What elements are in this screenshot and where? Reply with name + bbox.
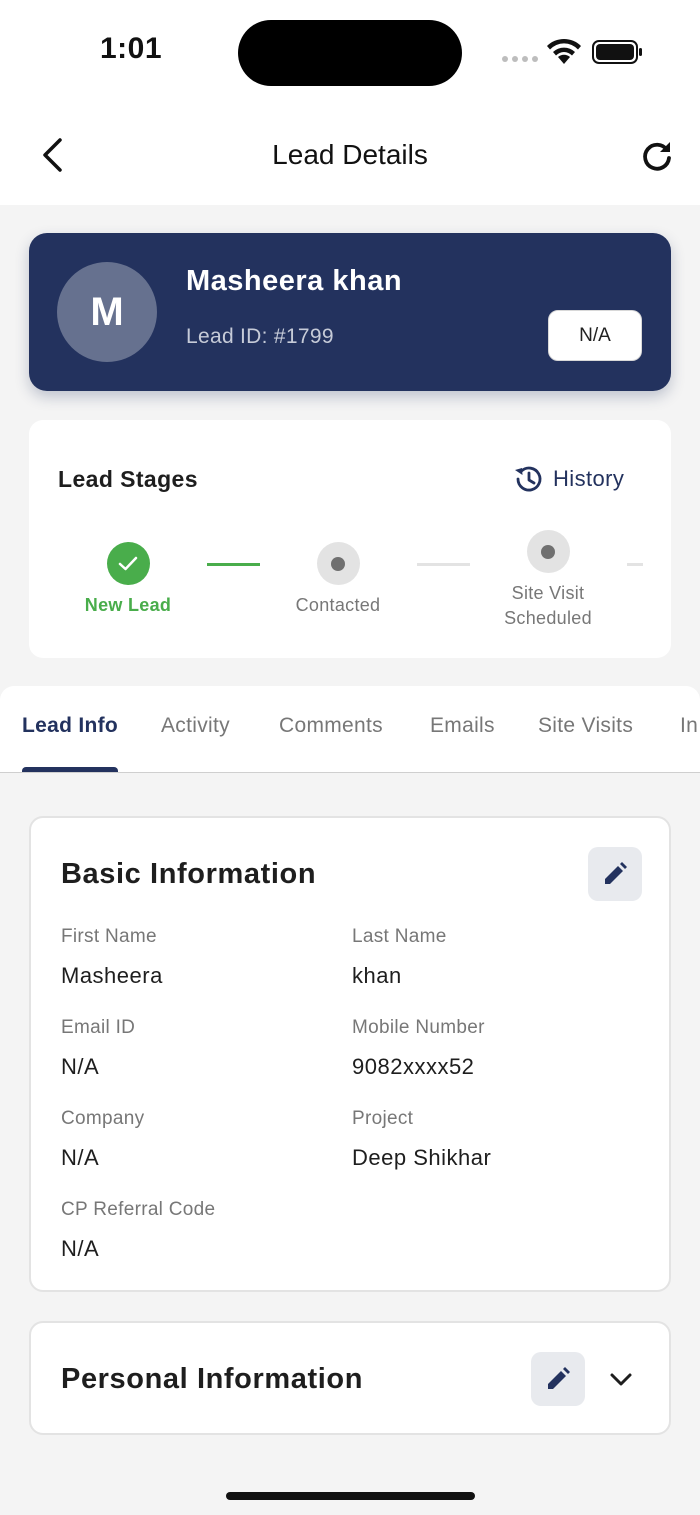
- history-icon: [515, 466, 542, 492]
- company-value: N/A: [61, 1145, 100, 1170]
- dynamic-island: [238, 20, 462, 86]
- battery-icon: [592, 40, 642, 64]
- tab-lead-info[interactable]: Lead Info: [22, 714, 118, 738]
- history-label: History: [553, 466, 625, 491]
- first-name-label: First Name: [61, 926, 157, 947]
- personal-information-card[interactable]: Personal Information: [29, 1321, 671, 1435]
- tab-site-visits[interactable]: Site Visits: [538, 714, 633, 738]
- mobile-number-label: Mobile Number: [352, 1017, 485, 1038]
- stage-site-visit-scheduled[interactable]: Site Visit Scheduled: [488, 530, 608, 631]
- avatar: M: [57, 262, 157, 362]
- cp-referral-code-value: N/A: [61, 1236, 100, 1261]
- tab-more[interactable]: In: [680, 714, 698, 738]
- page-title: Lead Details: [272, 139, 428, 170]
- edit-basic-info-button[interactable]: [588, 847, 642, 901]
- stage-new-lead[interactable]: New Lead: [78, 542, 178, 618]
- home-indicator: [226, 1492, 475, 1500]
- stage-dot-pending: [316, 542, 360, 585]
- pencil-icon: [548, 1367, 570, 1389]
- lead-id: Lead ID: #1799: [186, 325, 334, 348]
- wifi-icon: [547, 38, 581, 64]
- active-tab-indicator: [22, 767, 118, 772]
- tab-comments[interactable]: Comments: [279, 714, 383, 738]
- chevron-down-icon: [610, 1373, 632, 1386]
- basic-information-card: Basic Information First Name Masheera La…: [29, 816, 671, 1292]
- lead-status-badge[interactable]: N/A: [548, 310, 642, 361]
- edit-personal-info-button[interactable]: [531, 1352, 585, 1406]
- project-value: Deep Shikhar: [352, 1145, 492, 1170]
- lead-name: Masheera khan: [186, 265, 403, 297]
- app-header: Lead Details: [0, 105, 700, 205]
- tab-bar: Lead Info Activity Comments Emails Site …: [0, 686, 700, 773]
- status-time: 1:01: [100, 32, 163, 65]
- tab-emails[interactable]: Emails: [430, 714, 495, 738]
- stage-label: Site Visit Scheduled: [504, 583, 592, 628]
- stage-dot-done: [106, 542, 150, 585]
- lead-stages-title: Lead Stages: [58, 466, 198, 492]
- cp-referral-code-label: CP Referral Code: [61, 1199, 216, 1220]
- stage-connector: [417, 563, 470, 566]
- last-name-label: Last Name: [352, 926, 447, 947]
- refresh-icon: [643, 142, 671, 171]
- first-name-value: Masheera: [61, 963, 163, 988]
- expand-button[interactable]: [603, 1363, 639, 1397]
- project-label: Project: [352, 1108, 414, 1129]
- company-label: Company: [61, 1108, 145, 1129]
- stage-label: New Lead: [84, 595, 172, 615]
- lead-summary-card: M Masheera khan Lead ID: #1799 N/A: [29, 233, 671, 391]
- check-icon: [118, 556, 138, 570]
- pencil-icon: [605, 862, 627, 884]
- email-value: N/A: [61, 1054, 100, 1079]
- stage-dot-pending: [526, 530, 570, 573]
- email-label: Email ID: [61, 1017, 136, 1038]
- last-name-value: khan: [352, 963, 402, 988]
- status-bar: 1:01: [0, 0, 700, 105]
- stage-connector: [207, 563, 260, 566]
- history-button[interactable]: History: [513, 462, 624, 496]
- stage-contacted[interactable]: Contacted: [278, 542, 398, 618]
- basic-information-title: Basic Information: [61, 858, 317, 890]
- cellular-signal-icon: [502, 56, 538, 62]
- stage-label: Contacted: [295, 595, 381, 615]
- refresh-button[interactable]: [636, 135, 678, 177]
- mobile-number-value: 9082xxxx52: [352, 1054, 475, 1079]
- lead-stages-card: Lead Stages History New Lead Contacted S…: [29, 420, 671, 658]
- tab-activity[interactable]: Activity: [161, 714, 230, 738]
- stage-connector: [627, 563, 643, 566]
- personal-information-title: Personal Information: [61, 1363, 364, 1395]
